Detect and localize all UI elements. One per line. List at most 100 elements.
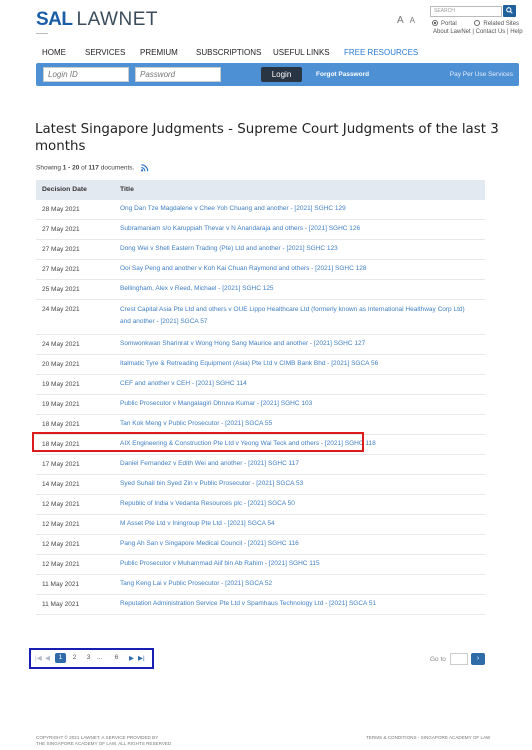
decision-date: 11 May 2021: [42, 601, 80, 608]
table-row: 14 May 2021 Syed Suhail bin Syed Zin v Pu…: [36, 475, 485, 495]
header-title[interactable]: Title: [120, 186, 134, 193]
judgment-link[interactable]: Public Prosecutor v Mangalagiri Dhruva K…: [120, 398, 470, 410]
table-row: 20 May 2021 Italmatic Tyre & Retreading E…: [36, 355, 485, 375]
nav-services[interactable]: SERVICES: [85, 48, 125, 57]
table-row: 11 May 2021 Reputation Administration Ser…: [36, 595, 485, 615]
table-row: 12 May 2021 Republic of India v Vedanta R…: [36, 495, 485, 515]
results-count: Showing 1 - 20 of 117 documents.: [36, 164, 149, 172]
login-id-input[interactable]: [43, 67, 129, 82]
judgment-link[interactable]: Republic of India v Vedanta Resources pl…: [120, 498, 470, 510]
rss-icon[interactable]: [140, 164, 149, 172]
table-header: Decision Date Title: [36, 180, 485, 200]
last-page-button[interactable]: ▶|: [138, 654, 145, 662]
next-page-button[interactable]: ▶: [129, 654, 134, 662]
help-link[interactable]: Help: [510, 29, 522, 35]
about-link[interactable]: About LawNet: [433, 29, 471, 35]
decision-date: 19 May 2021: [42, 401, 80, 408]
judgment-link[interactable]: Bellingham, Alex v Reed, Michael - [2021…: [120, 283, 470, 295]
search-input[interactable]: SEARCH: [430, 6, 502, 17]
password-input[interactable]: [135, 67, 221, 82]
judgment-link[interactable]: Dong Wei v Shell Eastern Trading (Pte) L…: [120, 243, 470, 255]
lawnet-logo[interactable]: SAL LAWNET: [36, 9, 158, 33]
table-row: 25 May 2021 Bellingham, Alex v Reed, Mich…: [36, 280, 485, 300]
copyright-line-1: COPYRIGHT © 2021 LAWNET. A SERVICE PROVI…: [36, 735, 159, 740]
page-button-6[interactable]: 6: [111, 653, 122, 663]
table-row: 27 May 2021 Subramaniam s/o Karuppiah The…: [36, 220, 485, 240]
judgment-link[interactable]: Crest Capital Asia Pte Ltd and others v …: [120, 304, 470, 328]
nav-home[interactable]: HOME: [42, 48, 66, 57]
logo-lawnet: LAWNET: [76, 9, 158, 30]
goto-page-input[interactable]: [450, 653, 468, 665]
forgot-password-link[interactable]: Forgot Password: [316, 71, 369, 78]
login-bar: Login Forgot Password Pay Per Use Servic…: [36, 63, 519, 86]
decision-date: 27 May 2021: [42, 266, 80, 273]
prev-page-button[interactable]: ◀: [45, 654, 50, 662]
judgment-link[interactable]: Somwonkwan Sharinrat v Wong Hong Sang Ma…: [120, 338, 470, 350]
judgment-link[interactable]: Pang Ah San v Singapore Medical Council …: [120, 538, 470, 550]
decision-date: 28 May 2021: [42, 206, 80, 213]
judgment-link[interactable]: Italmatic Tyre & Retreading Equipment (A…: [120, 358, 470, 370]
nav-useful-links[interactable]: USEFUL LINKS: [273, 48, 330, 57]
goto-label: Go to: [430, 656, 446, 663]
decision-date: 27 May 2021: [42, 226, 80, 233]
decision-date: 12 May 2021: [42, 521, 80, 528]
first-page-button[interactable]: |◀: [35, 654, 42, 662]
pager-ellipsis: ...: [97, 654, 103, 661]
font-size-small-button[interactable]: A: [410, 16, 415, 25]
decision-date: 25 May 2021: [42, 286, 80, 293]
highlight-box: [32, 432, 364, 452]
table-row: 12 May 2021 Pang Ah San v Singapore Medic…: [36, 535, 485, 555]
judgment-link[interactable]: Public Prosecutor v Muhammad Aiif bin Ab…: [120, 558, 470, 570]
table-row: 24 May 2021 Somwonkwan Sharinrat v Wong H…: [36, 335, 485, 355]
table-row: 11 May 2021 Tang Keng Lai v Public Prosec…: [36, 575, 485, 595]
header-decision-date[interactable]: Decision Date: [42, 186, 87, 193]
page-button-3[interactable]: 3: [83, 653, 94, 663]
decision-date: 12 May 2021: [42, 501, 80, 508]
table-row: 27 May 2021 Dong Wei v Shell Eastern Trad…: [36, 240, 485, 260]
showing-range: 1 - 20: [62, 164, 80, 172]
footer-copyright: COPYRIGHT © 2021 LAWNET. A SERVICE PROVI…: [36, 735, 171, 746]
page-button-2[interactable]: 2: [69, 653, 80, 663]
judgments-table: Decision Date Title 28 May 2021 Ong Dan T…: [36, 180, 485, 615]
top-links: About LawNet | Contact Us | Help: [433, 29, 523, 35]
table-row: 24 May 2021 Crest Capital Asia Pte Ltd an…: [36, 300, 485, 335]
judgment-link[interactable]: Tang Keng Lai v Public Prosecutor - [202…: [120, 578, 470, 590]
judgment-link[interactable]: Ooi Say Peng and another v Koh Kai Chuan…: [120, 263, 470, 275]
nav-subscriptions[interactable]: SUBSCRIPTIONS: [196, 48, 261, 57]
decision-date: 19 May 2021: [42, 381, 80, 388]
judgment-link[interactable]: M Asset Pte Ltd v Iningroup Pte Ltd - [2…: [120, 518, 470, 530]
table-row: 12 May 2021 M Asset Pte Ltd v Iningroup P…: [36, 515, 485, 535]
decision-date: 14 May 2021: [42, 481, 80, 488]
judgment-link[interactable]: Syed Suhail bin Syed Zin v Public Prosec…: [120, 478, 470, 490]
decision-date: 17 May 2021: [42, 461, 80, 468]
decision-date: 12 May 2021: [42, 561, 80, 568]
judgment-link[interactable]: CEF and another v CEH - [2021] SGHC 114: [120, 378, 470, 390]
login-button[interactable]: Login: [261, 67, 302, 82]
font-size-controls: AA: [397, 15, 421, 26]
pay-per-use-link[interactable]: Pay Per Use Services: [450, 71, 513, 78]
decision-date: 24 May 2021: [42, 306, 80, 313]
judgment-link[interactable]: Daniel Fernandez v Edith Wei and another…: [120, 458, 470, 470]
table-body: 28 May 2021 Ong Dan Tze Magdalene v Chee …: [36, 200, 485, 615]
nav-free-resources[interactable]: FREE RESOURCES: [344, 48, 418, 57]
radio-related-dot[interactable]: [474, 20, 481, 26]
decision-date: 27 May 2021: [42, 246, 80, 253]
goto-button[interactable]: ›: [471, 653, 485, 665]
page-button-1[interactable]: 1: [55, 653, 66, 663]
radio-related[interactable]: Related Sites: [474, 20, 523, 27]
search-button[interactable]: [503, 5, 516, 17]
font-size-large-button[interactable]: A: [397, 15, 404, 26]
judgment-link[interactable]: Subramaniam s/o Karuppiah Thevar v N Ana…: [120, 223, 470, 235]
page-title: Latest Singapore Judgments - Supreme Cou…: [35, 122, 499, 154]
footer-links[interactable]: TERMS & CONDITIONS - SINGAPORE ACADEMY O…: [366, 735, 490, 740]
logo-sal: SAL: [36, 9, 73, 30]
table-row: 17 May 2021 Daniel Fernandez v Edith Wei …: [36, 455, 485, 475]
radio-portal-dot[interactable]: [432, 20, 438, 26]
nav-premium[interactable]: PREMIUM: [140, 48, 178, 57]
radio-portal[interactable]: Portal: [432, 20, 461, 27]
judgment-link[interactable]: Tan Kok Meng v Public Prosecutor - [2021…: [120, 418, 470, 430]
contact-link[interactable]: Contact Us: [476, 29, 506, 35]
judgment-link[interactable]: Reputation Administration Service Pte Lt…: [120, 598, 470, 610]
radio-portal-label: Portal: [441, 20, 457, 27]
judgment-link[interactable]: Ong Dan Tze Magdalene v Chee Yoh Chuang …: [120, 203, 470, 215]
